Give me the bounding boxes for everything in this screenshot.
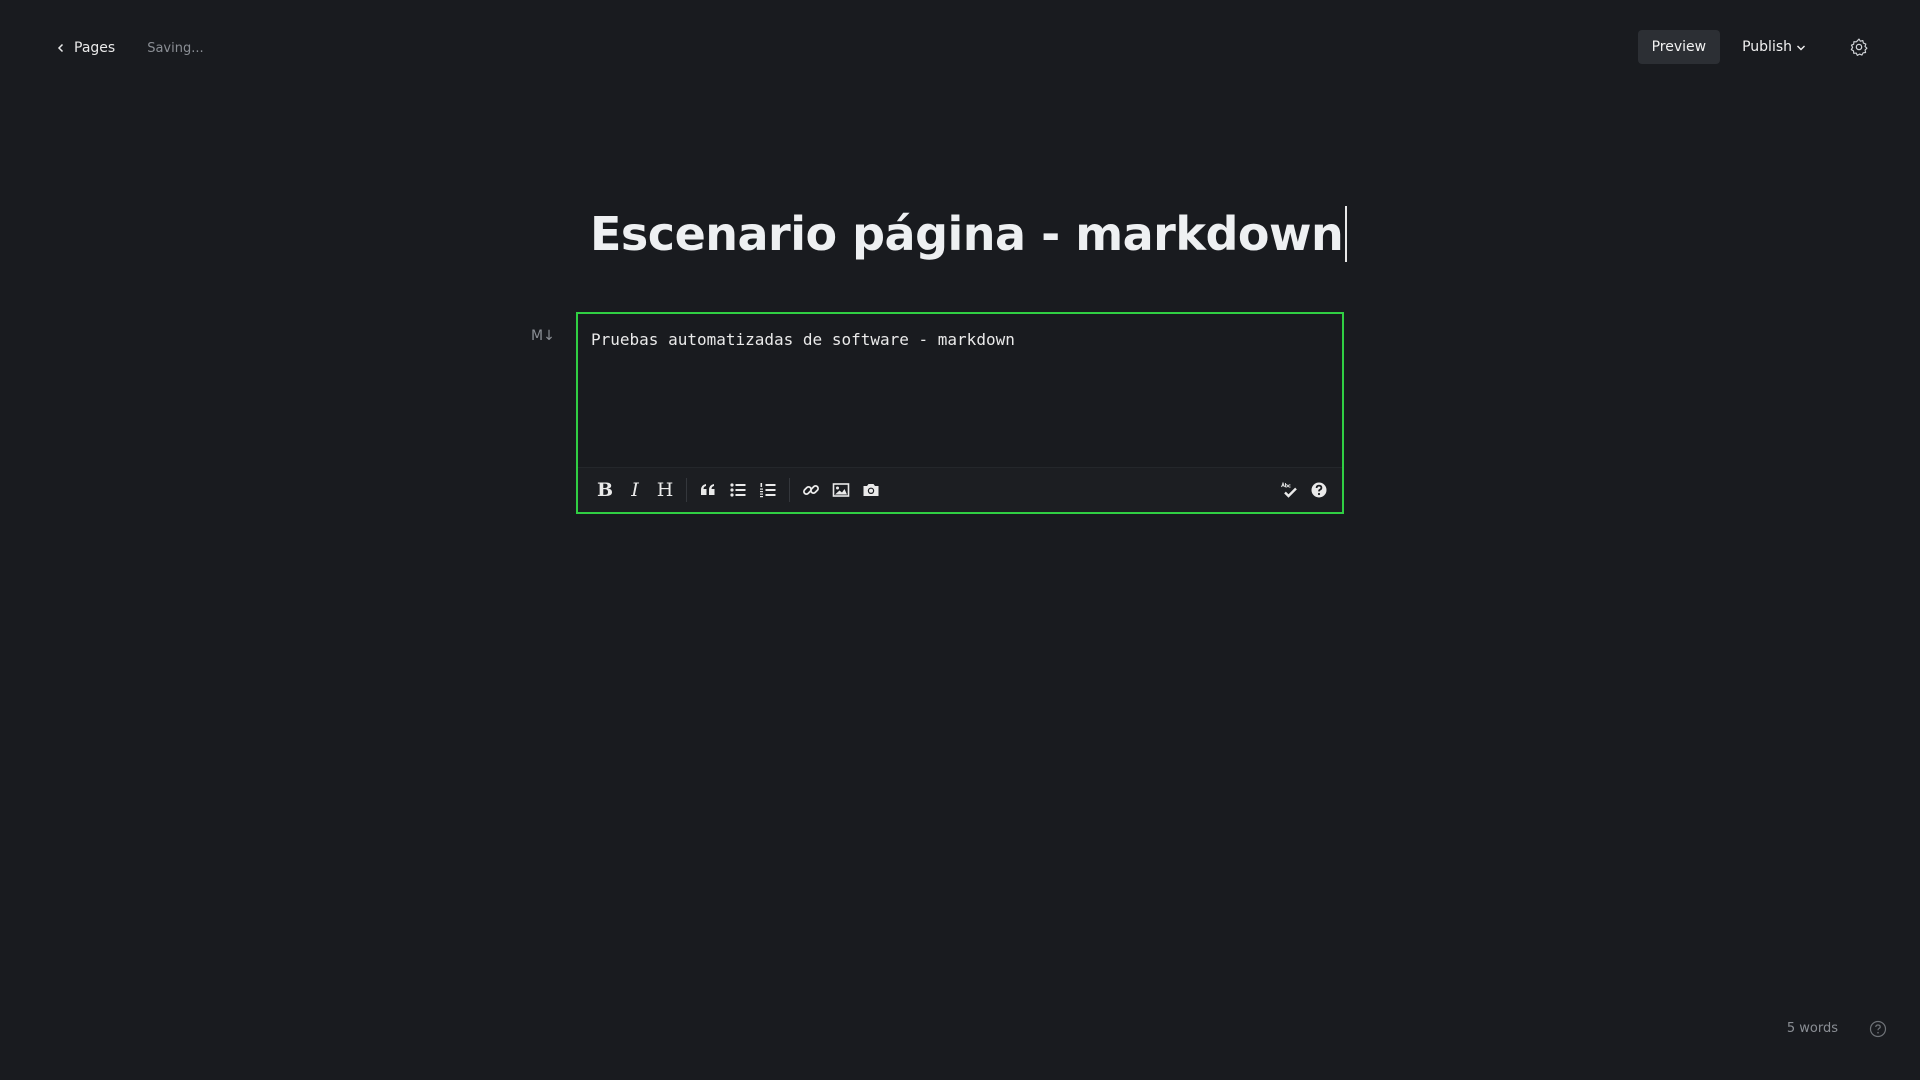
- ordered-list-icon: [760, 483, 776, 498]
- spellcheck-button[interactable]: [1274, 475, 1304, 505]
- chevron-down-icon: [1797, 45, 1805, 51]
- back-label: Pages: [74, 40, 116, 56]
- publish-label: Publish: [1742, 39, 1792, 55]
- text-caret: [1345, 206, 1348, 262]
- page-title: Escenario página - markdown: [590, 207, 1344, 261]
- preview-button[interactable]: Preview: [1637, 30, 1721, 64]
- markdown-help-button[interactable]: [1304, 475, 1334, 505]
- settings-button[interactable]: [1848, 36, 1870, 58]
- toolbar-right: [1274, 475, 1334, 505]
- italic-button[interactable]: I: [620, 475, 650, 505]
- markdown-card[interactable]: Pruebas automatizadas de software - mark…: [576, 312, 1344, 514]
- save-status: Saving...: [147, 40, 204, 56]
- unordered-list-icon: [730, 483, 746, 497]
- camera-icon: [863, 484, 879, 496]
- topbar-left: Pages Saving...: [56, 40, 204, 56]
- image-icon: [832, 483, 850, 497]
- unordered-list-button[interactable]: [723, 475, 753, 505]
- quote-button[interactable]: [693, 475, 723, 505]
- toolbar-divider: [789, 478, 790, 502]
- help-icon: [1311, 482, 1327, 498]
- title-field[interactable]: Escenario página - markdown: [590, 206, 1348, 262]
- markdown-badge: M↓: [531, 328, 555, 344]
- spellcheck-icon: [1281, 481, 1297, 498]
- back-to-pages-link[interactable]: Pages: [56, 40, 115, 56]
- topbar-right: Preview Publish: [1637, 30, 1870, 64]
- heading-button[interactable]: H: [650, 475, 680, 505]
- help-icon: [1869, 1020, 1887, 1038]
- quote-icon: [701, 484, 715, 495]
- markdown-toolbar: B I H: [578, 467, 1342, 512]
- camera-button[interactable]: [856, 475, 886, 505]
- toolbar-divider: [686, 478, 687, 502]
- ordered-list-button[interactable]: [753, 475, 783, 505]
- help-button[interactable]: [1869, 1020, 1887, 1038]
- link-icon: [803, 485, 819, 495]
- link-button[interactable]: [796, 475, 826, 505]
- gear-icon: [1850, 38, 1868, 56]
- publish-button[interactable]: Publish: [1728, 30, 1820, 64]
- editor-page: Pages Saving... Preview Publish Escenari…: [0, 0, 1920, 1080]
- bold-button[interactable]: B: [590, 475, 620, 505]
- image-button[interactable]: [826, 475, 856, 505]
- chevron-left-icon: [57, 43, 64, 53]
- word-count: 5 words: [1786, 1021, 1838, 1036]
- markdown-textarea[interactable]: Pruebas automatizadas de software - mark…: [591, 330, 1015, 349]
